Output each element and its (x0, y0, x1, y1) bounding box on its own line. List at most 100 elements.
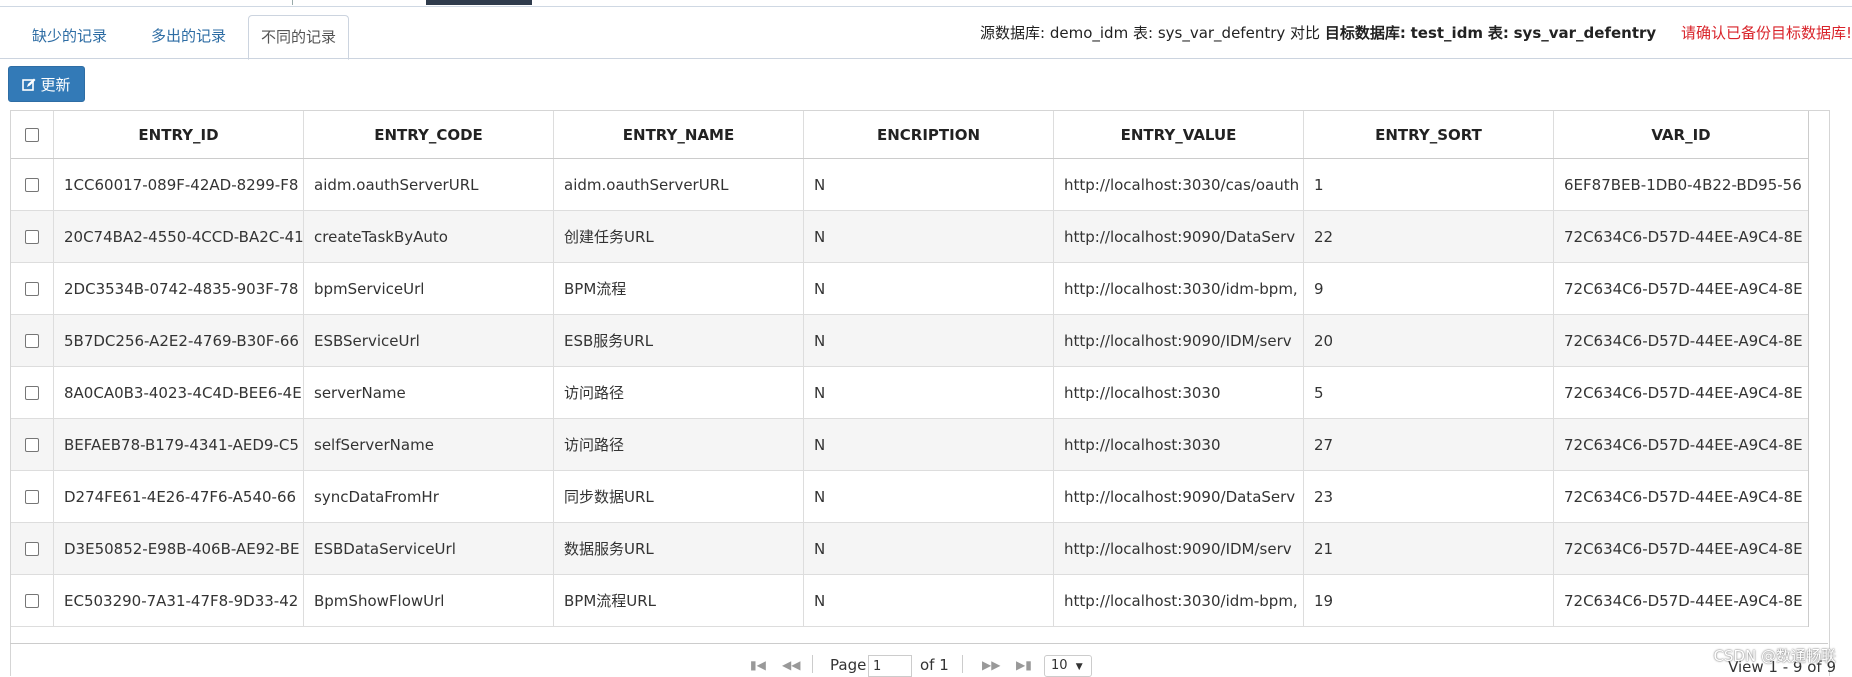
cell-entry-value: http://localhost:9090/IDM/serv (1054, 315, 1304, 366)
cell-entry-value: http://localhost:3030/idm-bpm, (1054, 263, 1304, 314)
cell-entry-name: 创建任务URL (554, 211, 804, 262)
cell-var-id: 72C634C6-D57D-44EE-A9C4-8E (1564, 539, 1803, 558)
row-checkbox[interactable] (25, 541, 39, 556)
select-all-cell (11, 111, 54, 158)
chevron-down-icon: ▼ (1075, 662, 1083, 672)
cell-entry-name: aidm.oauthServerURL (554, 159, 804, 210)
tab-missing-records[interactable]: 缺少的记录 (20, 15, 119, 57)
select-all-checkbox[interactable] (25, 127, 39, 142)
table-row[interactable]: D274FE61-4E26-47F6-A540-66 syncDataFromHr… (11, 471, 1808, 523)
row-checkbox[interactable] (25, 333, 39, 348)
cell-entry-value: http://localhost:3030 (1054, 419, 1304, 470)
next-page-icon[interactable]: ▶▶ (982, 658, 1000, 672)
row-checkbox[interactable] (25, 593, 39, 608)
table-row[interactable]: 20C74BA2-4550-4CCD-BA2C-41 createTaskByAu… (11, 211, 1808, 263)
update-button-label: 更新 (40, 76, 71, 94)
cell-encription: N (804, 419, 1054, 470)
cell-encription: N (804, 523, 1054, 574)
page-size-value: 10 (1051, 658, 1068, 673)
cell-entry-value: http://localhost:3030/idm-bpm, (1054, 575, 1304, 626)
row-checkbox[interactable] (25, 281, 39, 296)
cell-entry-name: ESB服务URL (554, 315, 804, 366)
edit-icon (22, 78, 36, 91)
column-header-var-id[interactable]: VAR_ID (1554, 111, 1808, 158)
update-button[interactable]: 更新 (8, 66, 85, 102)
cell-entry-name: BPM流程 (554, 263, 804, 314)
grid-table: ENTRY_ID ENTRY_CODE ENTRY_NAME ENCRIPTIO… (11, 111, 1809, 627)
row-select-cell (11, 315, 54, 366)
table-row[interactable]: 1CC60017-089F-42AD-8299-F8 aidm.oauthServ… (11, 159, 1808, 211)
cell-encription: N (804, 159, 1054, 210)
table-row[interactable]: 5B7DC256-A2E2-4769-B30F-66 ESBServiceUrl E… (11, 315, 1808, 367)
cell-entry-code: createTaskByAuto (304, 211, 554, 262)
cell-entry-id: 8A0CA0B3-4023-4C4D-BEE6-4E (54, 367, 304, 418)
first-page-icon[interactable]: ▮◀ (750, 658, 766, 672)
row-select-cell (11, 419, 54, 470)
cell-entry-sort: 1 (1304, 159, 1554, 210)
tabs-baseline (0, 58, 1852, 59)
table-row[interactable]: EC503290-7A31-47F8-9D33-42 BpmShowFlowUrl… (11, 575, 1808, 627)
cell-entry-id: 2DC3534B-0742-4835-903F-78 (54, 263, 304, 314)
cell-var-id: 72C634C6-D57D-44EE-A9C4-8E (1564, 279, 1803, 298)
row-checkbox[interactable] (25, 177, 39, 192)
target-table-label: 表: (1487, 24, 1509, 42)
row-checkbox[interactable] (25, 437, 39, 452)
cell-encription: N (804, 211, 1054, 262)
grid-header-row: ENTRY_ID ENTRY_CODE ENTRY_NAME ENCRIPTIO… (11, 111, 1808, 159)
cell-entry-code: syncDataFromHr (304, 471, 554, 522)
top-nav-active-indicator[interactable] (426, 0, 532, 5)
column-header-entry-value[interactable]: ENTRY_VALUE (1054, 111, 1304, 158)
row-select-cell (11, 367, 54, 418)
page-number-input[interactable] (868, 655, 912, 677)
row-checkbox[interactable] (25, 385, 39, 400)
table-row[interactable]: D3E50852-E98B-406B-AE92-BE ESBDataService… (11, 523, 1808, 575)
pager-separator (812, 655, 813, 673)
last-page-icon[interactable]: ▶▮ (1016, 658, 1032, 672)
cell-entry-code: ESBServiceUrl (304, 315, 554, 366)
column-header-entry-id[interactable]: ENTRY_ID (54, 111, 304, 158)
cell-entry-sort: 9 (1304, 263, 1554, 314)
row-checkbox[interactable] (25, 489, 39, 504)
cell-entry-name: BPM流程URL (554, 575, 804, 626)
cell-entry-value: http://localhost:3030/cas/oauth (1054, 159, 1304, 210)
cell-entry-sort: 22 (1304, 211, 1554, 262)
cell-entry-sort: 19 (1304, 575, 1554, 626)
cell-entry-code: ESBDataServiceUrl (304, 523, 554, 574)
column-header-entry-name[interactable]: ENTRY_NAME (554, 111, 804, 158)
cell-entry-value: http://localhost:9090/DataServ (1054, 471, 1304, 522)
row-select-cell (11, 159, 54, 210)
column-header-entry-sort[interactable]: ENTRY_SORT (1304, 111, 1554, 158)
cell-var-id: 72C634C6-D57D-44EE-A9C4-8E (1564, 435, 1803, 454)
cell-entry-id: D274FE61-4E26-47F6-A540-66 (54, 471, 304, 522)
cell-entry-name: 同步数据URL (554, 471, 804, 522)
tab-extra-records[interactable]: 多出的记录 (139, 15, 238, 57)
tab-different-records[interactable]: 不同的记录 (248, 15, 350, 60)
table-row[interactable]: 8A0CA0B3-4023-4C4D-BEE6-4E serverName 访问路径… (11, 367, 1808, 419)
target-table-name: sys_var_defentry (1513, 24, 1657, 42)
cell-entry-code: bpmServiceUrl (304, 263, 554, 314)
cell-entry-name: 数据服务URL (554, 523, 804, 574)
cell-entry-code: selfServerName (304, 419, 554, 470)
cell-entry-id: 1CC60017-089F-42AD-8299-F8 (54, 159, 304, 210)
column-header-encription[interactable]: ENCRIPTION (804, 111, 1054, 158)
cell-entry-code: serverName (304, 367, 554, 418)
row-select-cell (11, 575, 54, 626)
table-row[interactable]: 2DC3534B-0742-4835-903F-78 bpmServiceUrl B… (11, 263, 1808, 315)
watermark: CSDN @数通畅联 (1713, 647, 1836, 665)
cell-var-id: 72C634C6-D57D-44EE-A9C4-8E (1564, 487, 1803, 506)
prev-page-icon[interactable]: ◀◀ (782, 658, 800, 672)
source-table-label: 表: (1132, 24, 1154, 42)
row-select-cell (11, 211, 54, 262)
backup-warning: 请确认已备份目标数据库! (1680, 24, 1852, 42)
cell-var-id: 72C634C6-D57D-44EE-A9C4-8E (1564, 227, 1803, 246)
table-row[interactable]: BEFAEB78-B179-4341-AED9-C5 selfServerName… (11, 419, 1808, 471)
pager: ▮◀ ◀◀ Page of 1 ▶▶ ▶▮ 10 ▼ View 1 - 9 of… (0, 655, 1852, 677)
row-select-cell (11, 471, 54, 522)
page-size-select[interactable]: 10 ▼ (1044, 655, 1092, 677)
cell-var-id: 72C634C6-D57D-44EE-A9C4-8E (1564, 591, 1803, 610)
column-header-entry-code[interactable]: ENTRY_CODE (304, 111, 554, 158)
row-checkbox[interactable] (25, 229, 39, 244)
cell-var-id: 6EF87BEB-1DB0-4B22-BD95-56 (1564, 175, 1802, 194)
top-strip (0, 0, 1852, 7)
cell-entry-id: 20C74BA2-4550-4CCD-BA2C-41 (54, 211, 304, 262)
